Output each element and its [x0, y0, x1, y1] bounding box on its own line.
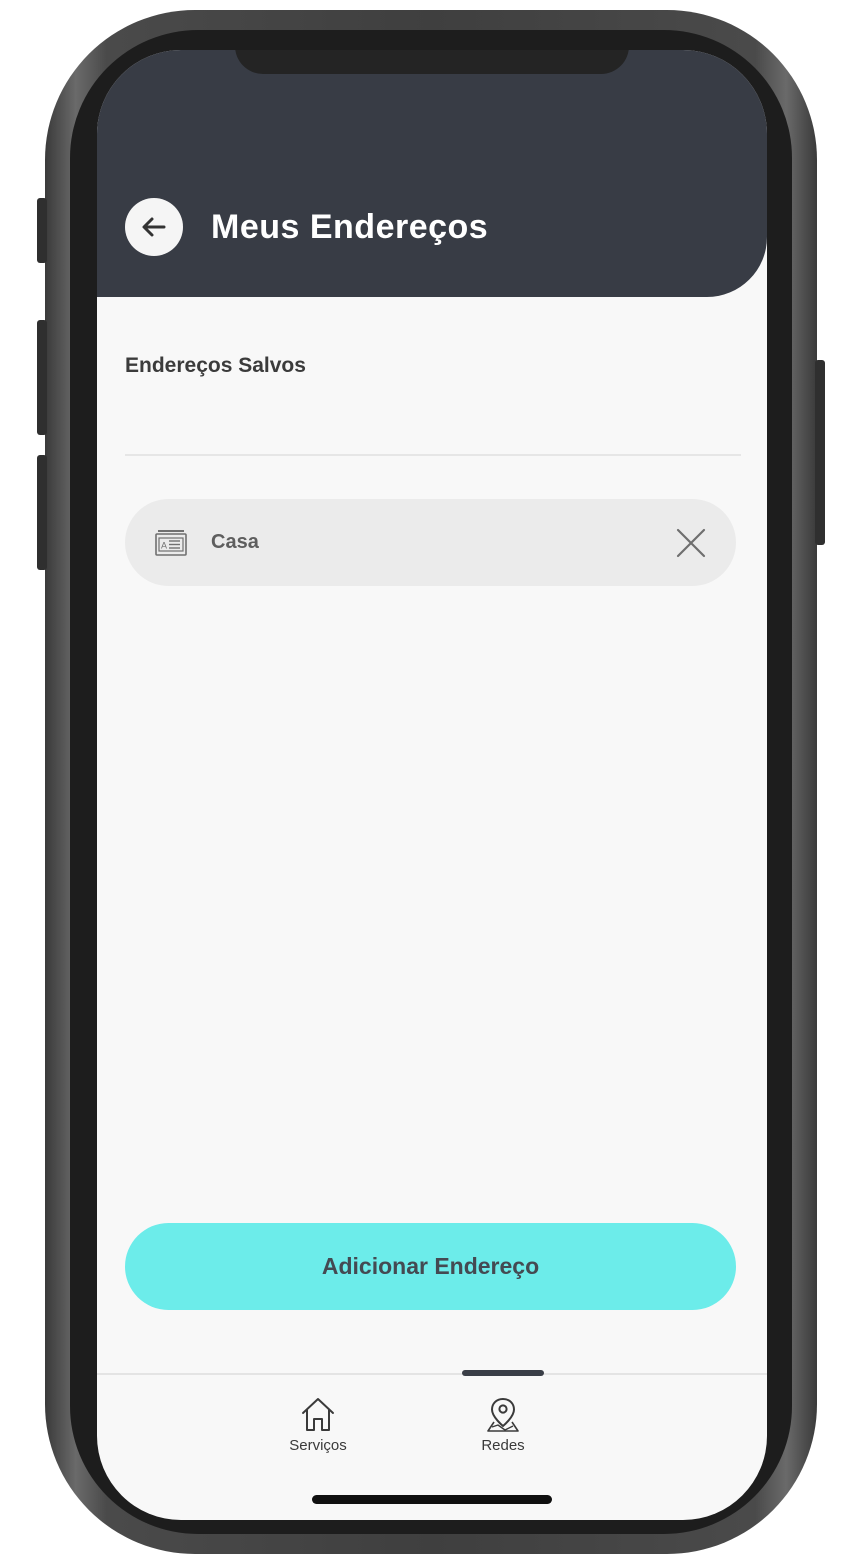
home-icon [302, 1398, 334, 1431]
add-address-button[interactable]: Adicionar Endereço [125, 1223, 736, 1310]
section-divider [125, 454, 741, 456]
volume-up-button [37, 320, 47, 435]
map-pin-icon [487, 1397, 519, 1432]
notch [235, 50, 629, 74]
address-label: Casa [211, 531, 259, 553]
arrow-left-icon [142, 217, 166, 237]
saved-addresses-title: Endereços Salvos [125, 354, 306, 377]
svg-text:A: A [161, 541, 167, 551]
power-button [815, 360, 825, 545]
tab-redes[interactable]: Redes [448, 1380, 558, 1460]
address-item-casa[interactable]: A Casa [125, 499, 736, 586]
tab-redes-label: Redes [481, 1437, 525, 1454]
page-title: Meus Endereços [211, 208, 489, 246]
close-icon[interactable] [675, 527, 707, 559]
app-header: Meus Endereços [97, 50, 767, 297]
back-button[interactable] [125, 198, 183, 256]
address-card-icon: A [155, 530, 187, 556]
active-tab-indicator [462, 1370, 544, 1376]
home-indicator [312, 1495, 552, 1504]
tab-servicos-label: Serviços [289, 1437, 347, 1454]
mute-switch [37, 198, 47, 263]
app-screen: Meus Endereços Endereços Salvos A Casa A… [97, 50, 767, 1520]
tab-servicos[interactable]: Serviços [263, 1380, 373, 1460]
tab-bar-divider [97, 1373, 767, 1375]
volume-down-button [37, 455, 47, 570]
